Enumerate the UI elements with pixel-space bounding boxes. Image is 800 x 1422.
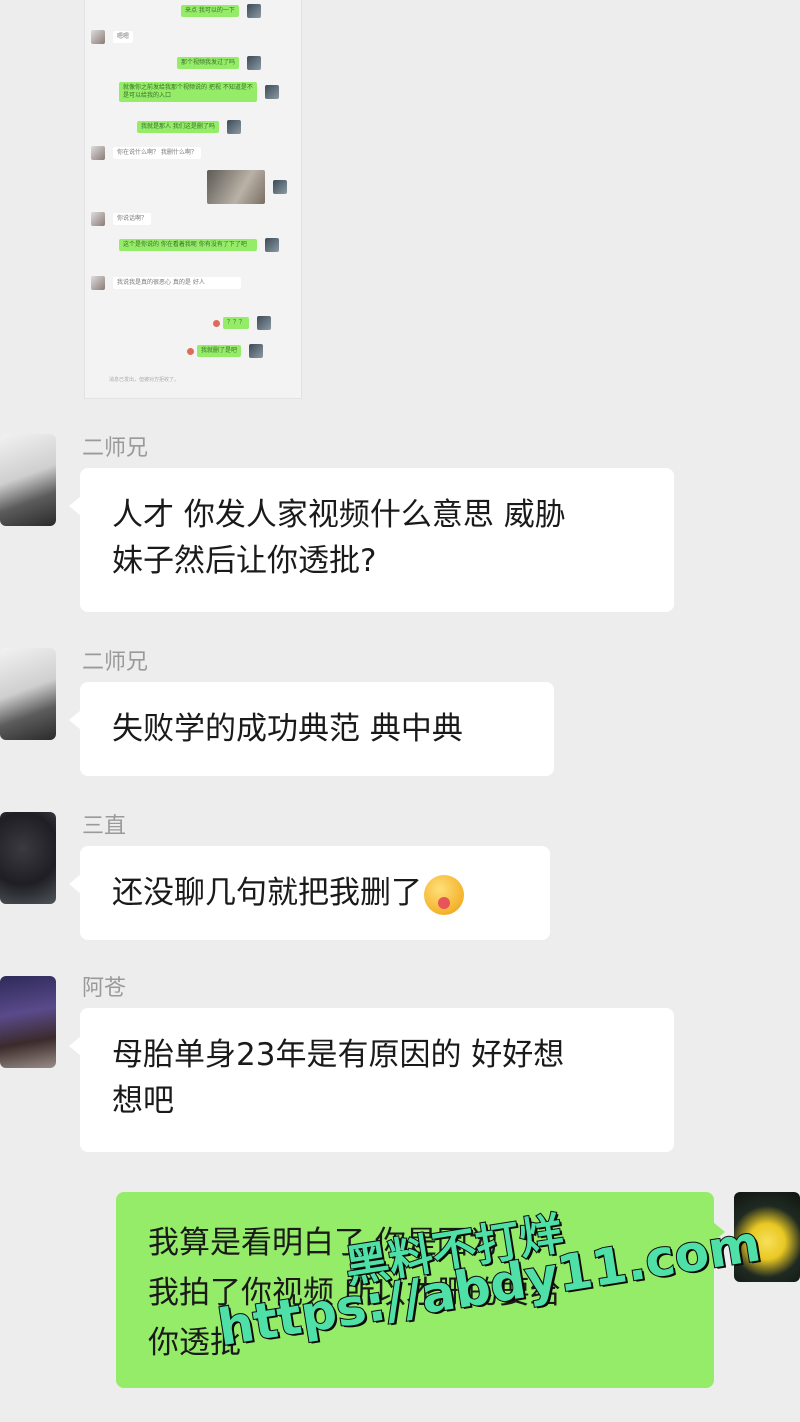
embedded-chat-screenshot: 来点 我可以的一下 嗯嗯 那个视频我发过了吗 就像你之前发给我那个视频说的 把视… — [84, 0, 302, 399]
embedded-avatar — [265, 238, 279, 252]
avatar[interactable] — [0, 434, 56, 526]
embedded-avatar — [249, 344, 264, 358]
sender-name: 二师兄 — [82, 436, 149, 461]
embedded-row: 那个视频我发过了吗 — [177, 56, 262, 70]
embedded-row: 你在说什么啊？ 我删什么啊？ — [91, 146, 201, 160]
embedded-row: 嗯嗯 — [91, 30, 134, 44]
embedded-bubble: 我就是那人 我们这是删了吗 — [137, 121, 219, 133]
embedded-avatar — [273, 180, 287, 194]
message-line: 失败学的成功典范 典中典 — [112, 711, 463, 747]
embedded-avatar — [265, 85, 279, 99]
embedded-row: 我说我是真的很恶心 真的是 好人 — [91, 276, 241, 290]
embedded-row: 来点 我可以的一下 — [181, 4, 261, 18]
embedded-row: ？？？ — [213, 316, 272, 330]
message-bubble[interactable]: 人才 你发人家视频什么意思 威胁 妹子然后让你透批? — [69, 468, 674, 612]
embedded-bubble: ？？？ — [223, 317, 250, 329]
embedded-avatar — [91, 146, 105, 160]
embedded-avatar — [247, 56, 262, 70]
embedded-row: 我就删了是吧 — [187, 344, 264, 358]
embedded-footer-notice: 消息已发出，但被对方拒收了。 — [109, 377, 180, 383]
message-bubble[interactable]: 失败学的成功典范 典中典 — [69, 682, 554, 776]
embedded-photo — [207, 170, 265, 204]
embedded-bubble: 就像你之前发给我那个视频说的 把视 不知道是不是可以给我的入口 — [119, 82, 257, 102]
message-line: 还没聊几句就把我删了 — [112, 875, 422, 911]
message-bubble[interactable]: 还没聊几句就把我删了 — [69, 846, 550, 940]
message-line: 母胎单身23年是有原因的 好好想 — [112, 1037, 565, 1073]
embedded-bubble: 你说话啊？ — [113, 213, 152, 225]
avatar[interactable] — [0, 812, 56, 904]
embedded-avatar — [91, 30, 105, 44]
message-bubble[interactable]: 母胎单身23年是有原因的 好好想 想吧 — [69, 1008, 674, 1152]
embedded-row: 你说话啊？ — [91, 212, 152, 226]
surprised-emoji-icon — [424, 874, 464, 915]
embedded-row — [207, 170, 287, 204]
avatar[interactable] — [0, 976, 56, 1068]
embedded-row: 这个是你说的 你在看着我呢 你有没有了下了吧 — [119, 238, 279, 252]
embedded-avatar — [91, 276, 105, 290]
message-line: 妹子然后让你透批? — [112, 543, 377, 579]
embedded-avatar — [91, 212, 105, 226]
message-line: 想吧 — [112, 1083, 174, 1119]
sender-name: 三直 — [82, 814, 127, 839]
embedded-avatar — [246, 4, 261, 18]
embedded-bubble: 我就删了是吧 — [197, 345, 242, 357]
message-line: 人才 你发人家视频什么意思 威胁 — [112, 497, 566, 533]
sender-name: 阿苍 — [82, 976, 127, 1001]
embedded-bubble: 嗯嗯 — [113, 31, 134, 43]
embedded-avatar — [226, 120, 241, 134]
avatar[interactable] — [0, 648, 56, 740]
embedded-bubble: 这个是你说的 你在看着我呢 你有没有了下了吧 — [119, 239, 257, 251]
sender-name: 二师兄 — [82, 650, 149, 675]
failed-send-icon — [187, 347, 194, 355]
embedded-bubble: 那个视频我发过了吗 — [177, 57, 240, 69]
embedded-bubble: 我说我是真的很恶心 真的是 好人 — [113, 277, 241, 289]
embedded-bubble: 你在说什么啊？ 我删什么啊？ — [113, 147, 201, 159]
embedded-row: 我就是那人 我们这是删了吗 — [137, 120, 241, 134]
embedded-bubble: 来点 我可以的一下 — [181, 5, 239, 17]
embedded-avatar — [257, 316, 272, 330]
embedded-row: 就像你之前发给我那个视频说的 把视 不知道是不是可以给我的入口 — [119, 82, 279, 102]
failed-send-icon — [213, 319, 220, 327]
